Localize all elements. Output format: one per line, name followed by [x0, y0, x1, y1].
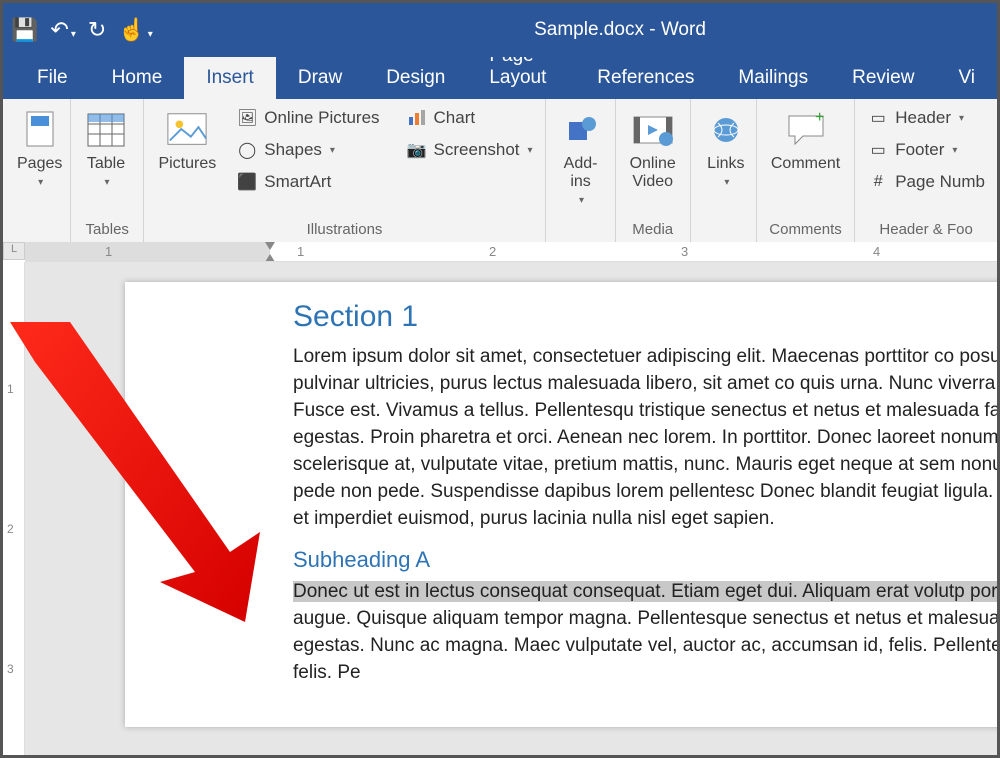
document-page[interactable]: Section 1 Lorem ipsum dolor sit amet, co…	[125, 282, 997, 727]
tab-review[interactable]: Review	[830, 57, 936, 99]
pages-icon	[19, 109, 61, 151]
touch-mode-icon[interactable]: ☝▾	[118, 17, 152, 43]
group-illustrations: Pictures 🖼Online Pictures ◯Shapes▾ ⬛Smar…	[144, 99, 545, 242]
paragraph-1[interactable]: Lorem ipsum dolor sit amet, consectetuer…	[293, 344, 997, 533]
online-pictures-button[interactable]: 🖼Online Pictures	[232, 105, 383, 131]
tab-insert[interactable]: Insert	[184, 57, 276, 99]
chart-icon	[406, 108, 428, 128]
screenshot-icon: 📷	[406, 140, 428, 160]
document-area[interactable]: Section 1 Lorem ipsum dolor sit amet, co…	[25, 262, 997, 755]
group-header-footer: ▭Header▾ ▭Footer▾ #Page Numb Header & Fo…	[855, 99, 997, 242]
tab-references[interactable]: References	[575, 57, 716, 99]
header-button[interactable]: ▭Header▾	[863, 105, 989, 131]
save-icon[interactable]: 💾	[11, 17, 38, 43]
group-label-media: Media	[624, 219, 682, 240]
group-links: Links ▾	[691, 99, 757, 242]
heading-section-1[interactable]: Section 1	[293, 300, 997, 334]
addins-icon	[560, 109, 602, 151]
pictures-icon	[166, 109, 208, 151]
horizontal-ruler[interactable]	[25, 242, 997, 262]
tab-draw[interactable]: Draw	[276, 57, 364, 99]
screenshot-button[interactable]: 📷Screenshot▾	[402, 137, 537, 163]
undo-icon[interactable]: ↶▾	[50, 17, 75, 43]
tab-mailings[interactable]: Mailings	[716, 57, 830, 99]
online-pictures-icon: 🖼	[236, 108, 258, 128]
addins-button[interactable]: Add-ins ▾	[554, 105, 608, 210]
table-icon	[85, 109, 127, 151]
paragraph-2[interactable]: Donec ut est in lectus consequat consequ…	[293, 579, 997, 687]
footer-icon: ▭	[867, 140, 889, 160]
shapes-icon: ◯	[236, 140, 258, 160]
tab-view-cut[interactable]: Vi	[936, 57, 997, 99]
redo-icon[interactable]: ↻	[88, 17, 106, 43]
links-button[interactable]: Links ▾	[699, 105, 753, 192]
group-tables: Table ▾ Tables	[71, 99, 144, 242]
footer-button[interactable]: ▭Footer▾	[863, 137, 989, 163]
online-video-button[interactable]: Online Video	[624, 105, 682, 195]
group-label-tables: Tables	[79, 219, 135, 240]
chart-button[interactable]: Chart	[402, 105, 537, 131]
tab-home[interactable]: Home	[90, 57, 185, 99]
links-icon	[705, 109, 747, 151]
table-button[interactable]: Table ▾	[79, 105, 133, 192]
page-number-button[interactable]: #Page Numb	[863, 169, 989, 195]
video-icon	[632, 109, 674, 151]
quick-access-toolbar: 💾 ↶▾ ↻ ☝▾	[11, 17, 153, 43]
title-bar: 💾 ↶▾ ↻ ☝▾ Sample.docx - Word	[3, 3, 997, 57]
ribbon: Pages ▾ Table ▾ Tables Pictures	[3, 99, 997, 243]
tab-design[interactable]: Design	[364, 57, 467, 99]
page-number-icon: #	[867, 172, 889, 192]
shapes-button[interactable]: ◯Shapes▾	[232, 137, 383, 163]
window-title: Sample.docx - Word	[534, 19, 706, 41]
group-media: Online Video Media	[616, 99, 691, 242]
tab-file[interactable]: File	[15, 57, 90, 99]
header-icon: ▭	[867, 108, 889, 128]
smartart-icon: ⬛	[236, 172, 258, 192]
pictures-button[interactable]: Pictures	[152, 105, 222, 177]
group-addins: Add-ins ▾	[546, 99, 616, 242]
comment-icon: +	[785, 109, 827, 151]
group-label-headerfooter: Header & Foo	[863, 219, 989, 240]
group-label-illustrations: Illustrations	[152, 219, 536, 240]
ruler-corner[interactable]: L	[3, 242, 25, 260]
heading-subheading-a[interactable]: Subheading A	[293, 547, 997, 573]
smartart-button[interactable]: ⬛SmartArt	[232, 169, 383, 195]
selected-text[interactable]: Donec ut est in lectus consequat consequ…	[293, 581, 997, 602]
vertical-ruler[interactable]: 1 2 3	[3, 262, 25, 755]
svg-text:+: +	[815, 112, 824, 126]
pages-button[interactable]: Pages ▾	[11, 105, 68, 192]
group-comments: + Comment Comments	[757, 99, 855, 242]
comment-button[interactable]: + Comment	[765, 105, 846, 177]
group-pages: Pages ▾	[3, 99, 71, 242]
ribbon-tabs: File Home Insert Draw Design Page Layout…	[3, 57, 997, 99]
group-label-comments: Comments	[765, 219, 846, 240]
